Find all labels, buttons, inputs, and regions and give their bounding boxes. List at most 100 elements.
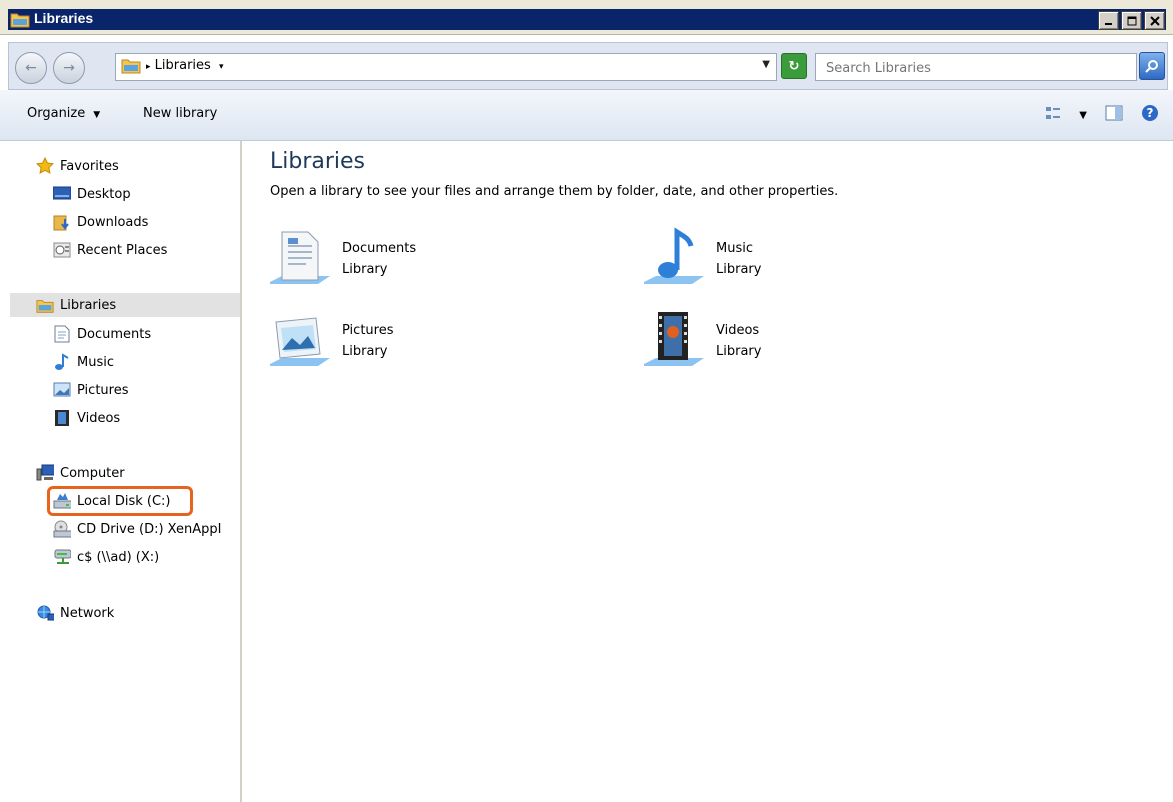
library-videos-type: Library bbox=[716, 344, 762, 359]
nav-item-music[interactable]: Music bbox=[53, 350, 114, 374]
pictures-icon bbox=[53, 381, 71, 399]
maximize-button[interactable] bbox=[1121, 11, 1142, 30]
view-dropdown-icon[interactable]: ▼ bbox=[1079, 110, 1087, 121]
forward-button[interactable]: → bbox=[53, 52, 85, 84]
refresh-icon: ↻ bbox=[788, 58, 800, 74]
nav-item-desktop-label: Desktop bbox=[77, 186, 131, 202]
svg-text:?: ? bbox=[1147, 106, 1154, 120]
nav-item-videos-label: Videos bbox=[77, 410, 121, 426]
nav-network-label: Network bbox=[60, 605, 115, 621]
back-arrow-icon: ← bbox=[25, 60, 37, 76]
nav-item-network-drive-x[interactable]: c$ (\\ad) (X:) bbox=[53, 545, 159, 569]
recent-places-icon bbox=[53, 241, 71, 259]
back-button[interactable]: ← bbox=[15, 52, 47, 84]
library-tile-videos[interactable]: Videos Library bbox=[642, 308, 761, 374]
library-music-type: Library bbox=[716, 262, 762, 277]
new-library-label: New library bbox=[143, 106, 218, 121]
libraries-folder-icon bbox=[10, 11, 30, 32]
star-icon bbox=[36, 157, 54, 175]
music-library-icon bbox=[644, 227, 704, 284]
command-bar: Organize ▼ New library ▼ ? bbox=[0, 90, 1173, 141]
nav-libraries[interactable]: Libraries bbox=[10, 293, 240, 317]
address-bar[interactable]: ▸ Libraries ▾ ▼ bbox=[115, 53, 777, 81]
nav-item-cd-drive-d[interactable]: CD Drive (D:) XenAppI bbox=[53, 517, 221, 541]
title-band bbox=[8, 9, 1166, 30]
network-icon bbox=[36, 604, 54, 622]
nav-favorites[interactable]: Favorites bbox=[36, 154, 119, 178]
libraries-folder-icon bbox=[121, 57, 141, 78]
address-history-dropdown-icon[interactable]: ▼ bbox=[762, 59, 770, 70]
downloads-icon bbox=[53, 213, 71, 231]
search-icon bbox=[1145, 60, 1158, 73]
forward-arrow-icon: → bbox=[63, 60, 75, 76]
desktop-icon bbox=[53, 185, 71, 203]
search-button[interactable] bbox=[1139, 52, 1165, 80]
breadcrumb[interactable]: ▸ Libraries ▾ bbox=[146, 58, 224, 73]
change-view-button[interactable] bbox=[1045, 105, 1061, 125]
new-library-button[interactable]: New library bbox=[143, 106, 217, 121]
nav-favorites-label: Favorites bbox=[60, 158, 119, 174]
videos-icon bbox=[53, 409, 71, 427]
nav-item-downloads[interactable]: Downloads bbox=[53, 210, 148, 234]
nav-item-desktop[interactable]: Desktop bbox=[53, 182, 131, 206]
view-options-icon bbox=[1046, 107, 1061, 119]
library-documents-name: Documents bbox=[342, 241, 417, 256]
music-icon bbox=[53, 353, 71, 371]
cd-drive-icon bbox=[53, 520, 71, 538]
computer-icon bbox=[36, 464, 54, 482]
nav-libraries-label: Libraries bbox=[60, 297, 117, 313]
minimize-icon bbox=[1104, 22, 1112, 25]
nav-item-downloads-label: Downloads bbox=[77, 214, 149, 230]
organize-button[interactable]: Organize ▼ bbox=[27, 106, 100, 121]
maximize-icon bbox=[1127, 16, 1136, 25]
nav-computer-label: Computer bbox=[60, 465, 125, 481]
preview-pane-button[interactable] bbox=[1105, 105, 1123, 125]
page-subtitle: Open a library to see your files and arr… bbox=[270, 184, 839, 199]
minimize-button[interactable] bbox=[1098, 11, 1119, 30]
library-tile-music[interactable]: Music Library bbox=[642, 226, 761, 292]
search-box[interactable] bbox=[815, 53, 1137, 81]
nav-item-videos[interactable]: Videos bbox=[53, 406, 120, 430]
videos-library-icon bbox=[644, 312, 704, 366]
nav-item-recent-places[interactable]: Recent Places bbox=[53, 238, 167, 262]
help-icon: ? bbox=[1142, 105, 1158, 121]
pictures-library-icon bbox=[270, 317, 330, 366]
nav-item-recent-places-label: Recent Places bbox=[77, 242, 168, 258]
nav-item-documents[interactable]: Documents bbox=[53, 322, 151, 346]
content-pane: Libraries Open a library to see your fil… bbox=[242, 141, 1173, 802]
explorer-window: Libraries ← → ▸ Libraries ▾ ▼ ↻ Search L… bbox=[0, 0, 1173, 802]
close-icon bbox=[1149, 15, 1160, 26]
documents-library-icon bbox=[270, 231, 330, 284]
search-input[interactable] bbox=[824, 56, 1128, 80]
library-videos-name: Videos bbox=[716, 323, 760, 338]
documents-icon bbox=[53, 325, 71, 343]
refresh-button[interactable]: ↻ bbox=[781, 53, 807, 79]
nav-computer[interactable]: Computer bbox=[36, 461, 125, 485]
library-pictures-name: Pictures bbox=[342, 323, 394, 338]
organize-dropdown-icon: ▼ bbox=[93, 110, 101, 120]
nav-item-pictures[interactable]: Pictures bbox=[53, 378, 128, 402]
breadcrumb-libraries[interactable]: Libraries bbox=[155, 58, 211, 73]
nav-item-documents-label: Documents bbox=[77, 326, 152, 342]
organize-label: Organize bbox=[27, 106, 86, 121]
title-bar: Libraries bbox=[0, 0, 1173, 35]
window-title: Libraries bbox=[34, 10, 94, 26]
close-button[interactable] bbox=[1144, 11, 1165, 30]
library-music-name: Music bbox=[716, 241, 753, 256]
breadcrumb-dropdown-icon[interactable]: ▾ bbox=[219, 62, 224, 72]
page-title: Libraries bbox=[270, 149, 366, 174]
library-pictures-type: Library bbox=[342, 344, 388, 359]
library-tile-pictures[interactable]: Pictures Library bbox=[268, 308, 393, 374]
preview-pane-icon bbox=[1105, 105, 1123, 121]
nav-network[interactable]: Network bbox=[36, 601, 114, 625]
library-documents-type: Library bbox=[342, 262, 388, 277]
nav-item-cd-drive-d-label: CD Drive (D:) XenAppI bbox=[77, 521, 222, 537]
library-tile-documents[interactable]: Documents Library bbox=[268, 226, 416, 292]
breadcrumb-separator-icon: ▸ bbox=[146, 62, 151, 72]
address-row: ← → ▸ Libraries ▾ ▼ ↻ bbox=[8, 42, 1168, 90]
libraries-folder-icon bbox=[36, 296, 54, 314]
help-button[interactable]: ? bbox=[1141, 104, 1159, 126]
nav-item-music-label: Music bbox=[77, 354, 114, 370]
network-drive-icon bbox=[53, 548, 71, 566]
local-disk-highlight-callout bbox=[47, 486, 193, 516]
